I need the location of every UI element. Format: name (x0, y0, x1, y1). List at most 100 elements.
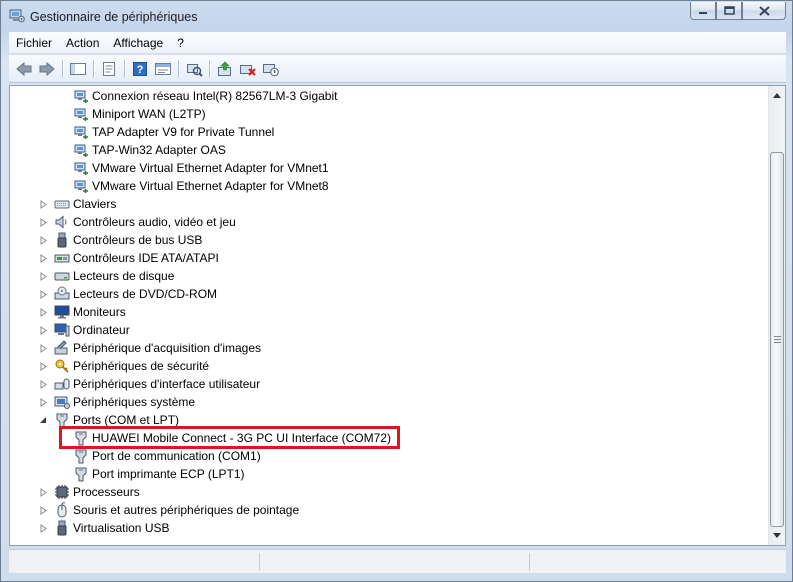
expand-arrow-icon[interactable] (38, 199, 48, 209)
tree-item-label: Souris et autres périphériques de pointa… (73, 503, 300, 517)
keyboard-icon (54, 200, 70, 209)
details-icon (155, 62, 171, 75)
tree-item[interactable]: Lecteurs de disque (54, 267, 174, 285)
speaker-icon (55, 215, 67, 229)
expand-arrow-icon[interactable] (38, 523, 48, 533)
tree-item[interactable]: Périphériques de sécurité (54, 357, 209, 375)
expand-arrow-icon[interactable] (38, 343, 48, 353)
menu-affichage[interactable]: Affichage (106, 33, 170, 53)
tree-item[interactable]: Port imprimante ECP (LPT1) (73, 465, 245, 483)
menu-bar: Fichier Action Affichage ? (9, 32, 786, 54)
tree-item-label: Périphérique d'acquisition d'images (73, 341, 262, 355)
tree-item-label: Périphériques de sécurité (73, 359, 210, 373)
close-button[interactable] (742, 2, 786, 20)
expand-arrow-icon[interactable] (38, 307, 48, 317)
expand-arrow-icon[interactable] (38, 217, 48, 227)
scroll-down-icon (773, 533, 781, 538)
network-adapter-icon (74, 108, 88, 121)
tree-item[interactable]: Connexion réseau Intel(R) 82567LM-3 Giga… (73, 87, 337, 105)
highlight-annotation (59, 426, 400, 449)
expand-arrow-icon[interactable] (38, 487, 48, 497)
show-hide-tree-button[interactable] (67, 58, 89, 80)
help-button[interactable]: ? (129, 58, 151, 80)
title-bar[interactable]: Gestionnaire de périphériques (1, 1, 792, 31)
port-icon (75, 467, 87, 482)
vertical-scrollbar[interactable] (768, 86, 785, 545)
tree-item[interactable]: Miniport WAN (L2TP) (73, 105, 206, 123)
expand-arrow-icon[interactable] (38, 505, 48, 515)
back-button[interactable] (13, 58, 35, 80)
properties-icon (103, 61, 115, 76)
minimize-button[interactable] (690, 2, 716, 20)
expand-arrow-icon[interactable] (38, 397, 48, 407)
expand-arrow-icon[interactable] (38, 289, 48, 299)
forward-arrow-icon (39, 61, 55, 76)
scan-hardware-button[interactable] (183, 58, 205, 80)
menu-fichier[interactable]: Fichier (9, 33, 59, 53)
update-driver-icon (218, 61, 231, 76)
scan-hardware-icon (187, 63, 203, 77)
tree-item[interactable]: Périphériques d'interface utilisateur (54, 375, 260, 393)
minimize-icon (699, 11, 707, 14)
tree-item[interactable]: VMware Virtual Ethernet Adapter for VMne… (73, 159, 329, 177)
update-driver-button[interactable] (214, 58, 236, 80)
maximize-button[interactable] (716, 2, 742, 20)
tree-item-label: Virtualisation USB (73, 521, 170, 535)
scroll-up-button[interactable] (769, 87, 785, 104)
expand-arrow-icon[interactable] (38, 271, 48, 281)
expand-arrow-icon[interactable] (38, 253, 48, 263)
tree-item[interactable]: Contrôleurs IDE ATA/ATAPI (54, 249, 219, 267)
tree-item[interactable]: Virtualisation USB (54, 519, 170, 537)
tree-item[interactable]: Souris et autres périphériques de pointa… (54, 501, 299, 519)
tree-item-label: Contrôleurs IDE ATA/ATAPI (73, 251, 219, 265)
tree-item[interactable]: Moniteurs (54, 303, 126, 321)
tree-item[interactable]: Ordinateur (54, 321, 130, 339)
tree-item-label: Lecteurs de DVD/CD-ROM (73, 287, 218, 301)
scroll-up-icon (773, 93, 781, 98)
tree-item[interactable]: Lecteurs de DVD/CD-ROM (54, 285, 217, 303)
tree-item-label: Port imprimante ECP (LPT1) (92, 467, 245, 481)
forward-button[interactable] (36, 58, 58, 80)
tree-item[interactable]: Processeurs (54, 483, 140, 501)
expand-arrow-icon[interactable] (38, 379, 48, 389)
processor-icon (55, 485, 69, 499)
computer-icon (54, 323, 70, 337)
hid-icon (54, 378, 70, 390)
device-manager-icon (9, 9, 25, 23)
system-device-icon (54, 396, 70, 409)
menu-help[interactable]: ? (170, 33, 191, 53)
expand-arrow-icon[interactable] (38, 361, 48, 371)
tree-item[interactable]: Périphériques système (54, 393, 195, 411)
network-adapter-icon (74, 144, 88, 157)
device-tree[interactable]: Connexion réseau Intel(R) 82567LM-3 Giga… (10, 86, 768, 545)
tree-item[interactable]: TAP-Win32 Adapter OAS (73, 141, 226, 159)
tree-item[interactable]: Port de communication (COM1) (73, 447, 261, 465)
collapse-arrow-icon[interactable] (38, 415, 48, 425)
tree-item-label: VMware Virtual Ethernet Adapter for VMne… (92, 161, 329, 175)
device-tree-pane[interactable]: Connexion réseau Intel(R) 82567LM-3 Giga… (9, 85, 786, 546)
close-icon (758, 5, 770, 16)
properties-sheet-button[interactable] (98, 58, 120, 80)
scroll-down-button[interactable] (769, 527, 785, 544)
tree-item-label: Ordinateur (73, 323, 130, 337)
tree-item[interactable]: VMware Virtual Ethernet Adapter for VMne… (73, 177, 329, 195)
expand-arrow-icon[interactable] (38, 235, 48, 245)
toolbar-separator (62, 59, 63, 78)
details-view-button[interactable] (152, 58, 174, 80)
tree-item[interactable]: Claviers (54, 195, 116, 213)
usb-icon (57, 232, 67, 248)
disable-device-button[interactable] (260, 58, 282, 80)
toolbar-separator (93, 59, 94, 78)
menu-action[interactable]: Action (59, 33, 106, 53)
toolbar-separator (178, 59, 179, 78)
tree-item-label: Périphériques d'interface utilisateur (73, 377, 261, 391)
tree-item[interactable]: Contrôleurs audio, vidéo et jeu (54, 213, 236, 231)
scroll-thumb[interactable] (770, 152, 784, 527)
expand-arrow-icon[interactable] (38, 325, 48, 335)
tree-item[interactable]: Contrôleurs de bus USB (54, 231, 202, 249)
uninstall-button[interactable] (237, 58, 259, 80)
tree-item-label: Contrôleurs audio, vidéo et jeu (73, 215, 236, 229)
security-key-icon (55, 359, 69, 373)
tree-item[interactable]: Périphérique d'acquisition d'images (54, 339, 261, 357)
tree-item[interactable]: TAP Adapter V9 for Private Tunnel (73, 123, 274, 141)
